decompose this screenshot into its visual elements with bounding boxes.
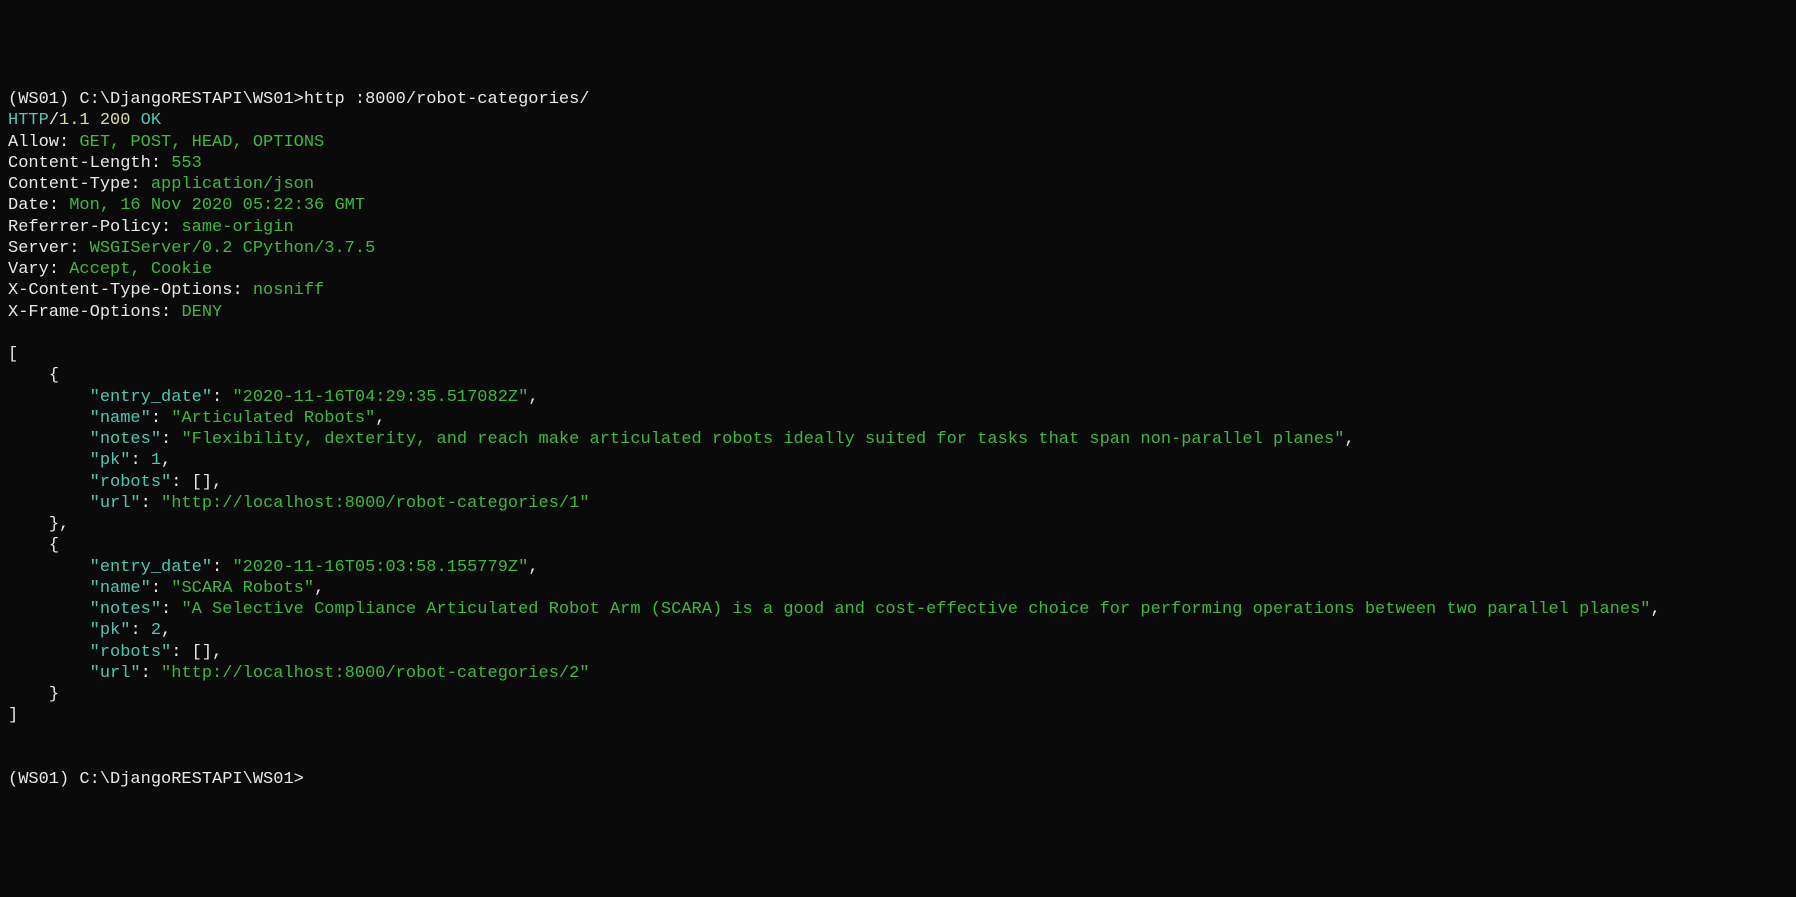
header-value: application/json — [151, 175, 314, 194]
header-value: 553 — [171, 154, 202, 173]
json-value: "SCARA Robots" — [171, 579, 314, 598]
header-value: Accept, Cookie — [69, 260, 212, 279]
json-key: "url" — [90, 494, 141, 513]
header-value: nosniff — [253, 281, 324, 300]
json-bracket: [ — [8, 345, 18, 364]
http-status-code: 200 — [100, 111, 131, 130]
header-name: Vary — [8, 260, 49, 279]
json-value: 1 — [151, 451, 161, 470]
json-key: "entry_date" — [90, 558, 212, 577]
http-version: 1.1 — [59, 111, 90, 130]
prompt-line: (WS01) C:\DjangoRESTAPI\WS01> — [8, 90, 304, 109]
header-name: Content-Type — [8, 175, 130, 194]
json-key: "url" — [90, 664, 141, 683]
json-brace: } — [49, 685, 59, 704]
http-slash: / — [49, 111, 59, 130]
json-value: [] — [192, 473, 212, 492]
header-value: same-origin — [181, 218, 293, 237]
json-key: "robots" — [90, 473, 172, 492]
json-value: "http://localhost:8000/robot-categories/… — [161, 494, 589, 513]
json-brace: { — [49, 366, 59, 385]
header-value: WSGIServer/0.2 CPython/3.7.5 — [90, 239, 376, 258]
prompt-line: (WS01) C:\DjangoRESTAPI\WS01> — [8, 770, 304, 789]
json-bracket: ] — [8, 706, 18, 725]
terminal-output[interactable]: (WS01) C:\DjangoRESTAPI\WS01>http :8000/… — [8, 89, 1788, 790]
header-name: Allow — [8, 133, 59, 152]
json-value: "A Selective Compliance Articulated Robo… — [181, 600, 1650, 619]
json-key: "notes" — [90, 430, 161, 449]
json-key: "name" — [90, 579, 151, 598]
json-key: "robots" — [90, 643, 172, 662]
header-name: Server — [8, 239, 69, 258]
header-value: Mon, 16 Nov 2020 05:22:36 GMT — [69, 196, 365, 215]
header-name: Date — [8, 196, 49, 215]
json-value: "2020-11-16T04:29:35.517082Z" — [232, 388, 528, 407]
header-name: X-Frame-Options — [8, 303, 161, 322]
json-key: "entry_date" — [90, 388, 212, 407]
json-brace: } — [49, 515, 59, 534]
header-value: DENY — [181, 303, 222, 322]
json-value: "http://localhost:8000/robot-categories/… — [161, 664, 589, 683]
http-status-text: OK — [141, 111, 161, 130]
header-name: X-Content-Type-Options — [8, 281, 232, 300]
json-key: "name" — [90, 409, 151, 428]
http-protocol: HTTP — [8, 111, 49, 130]
json-key: "notes" — [90, 600, 161, 619]
command-text: http :8000/robot-categories/ — [304, 90, 590, 109]
json-brace: { — [49, 536, 59, 555]
json-value: "2020-11-16T05:03:58.155779Z" — [232, 558, 528, 577]
header-value: GET, POST, HEAD, OPTIONS — [79, 133, 324, 152]
json-key: "pk" — [90, 451, 131, 470]
json-value: 2 — [151, 621, 161, 640]
header-name: Referrer-Policy — [8, 218, 161, 237]
json-value: "Articulated Robots" — [171, 409, 375, 428]
header-name: Content-Length — [8, 154, 151, 173]
json-value: [] — [192, 643, 212, 662]
json-key: "pk" — [90, 621, 131, 640]
json-value: "Flexibility, dexterity, and reach make … — [181, 430, 1344, 449]
